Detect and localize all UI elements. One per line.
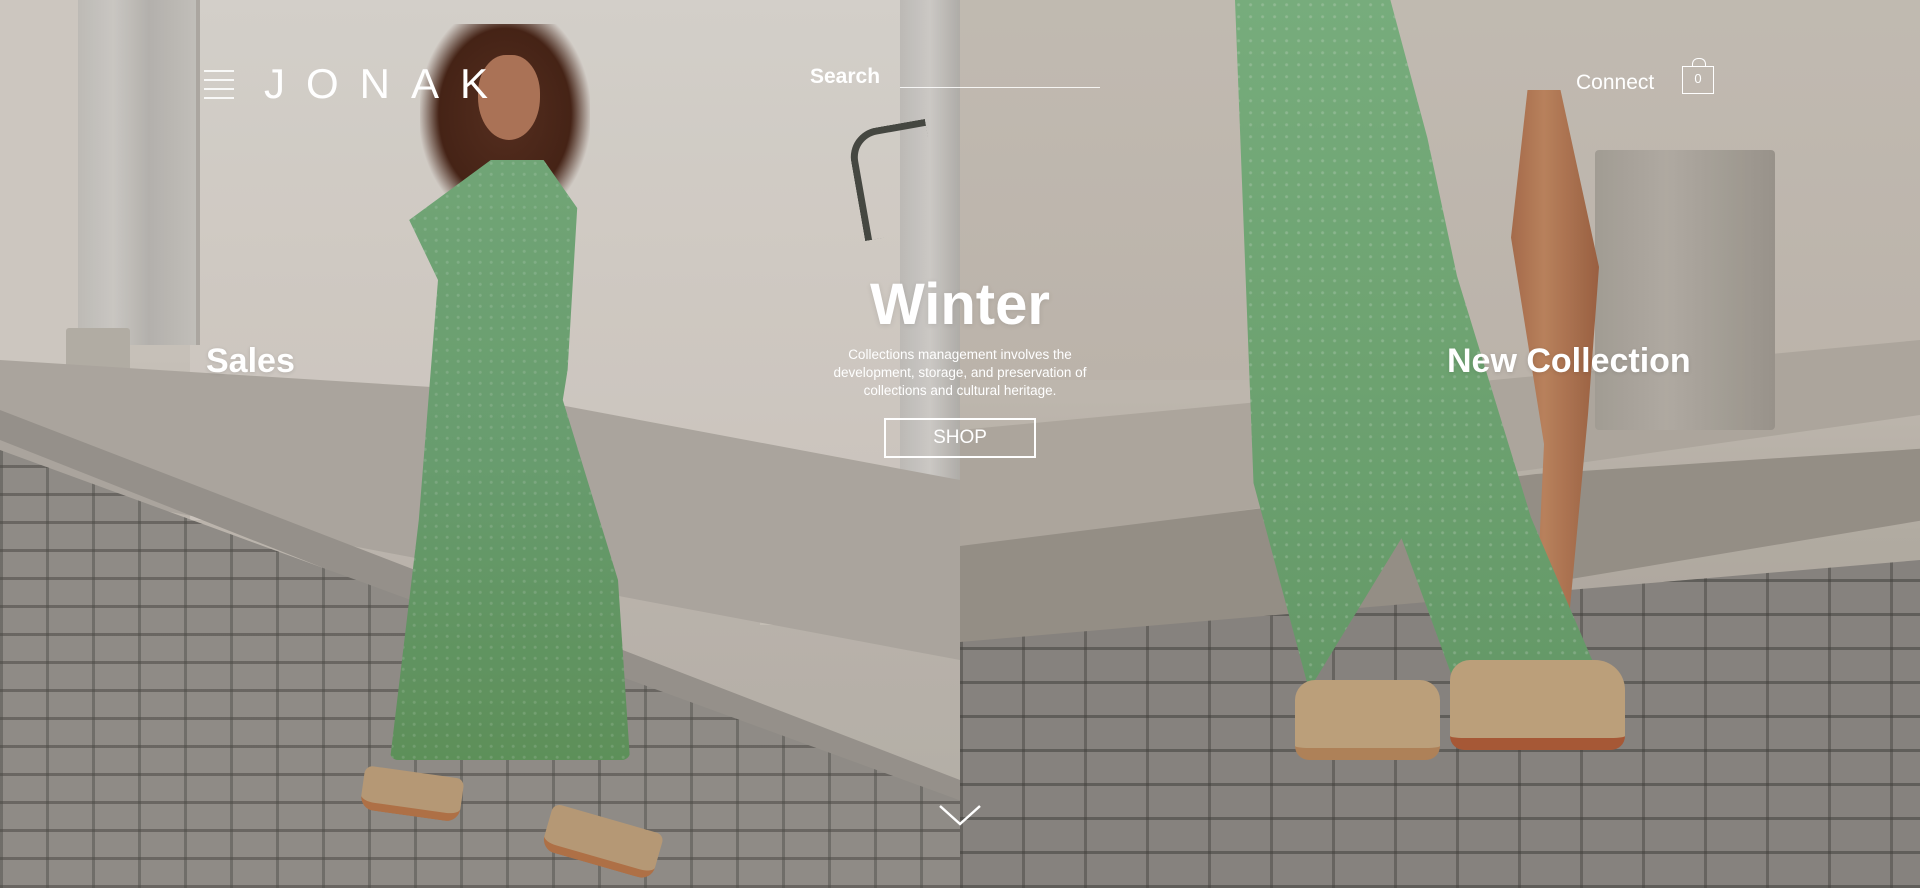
new-collection-link[interactable]: New Collection [1447,342,1691,381]
shopping-bag-icon[interactable]: 0 [1682,58,1714,94]
search-label: Search [810,65,881,88]
model-sandal-left [1295,680,1440,760]
model-sandal-right [1450,660,1625,750]
search-input[interactable] [900,64,1100,88]
hero-description: Collections management involves the deve… [833,347,1087,398]
brand-logo[interactable]: JONAK [264,62,509,106]
connect-link[interactable]: Connect [1576,71,1654,95]
sales-link[interactable]: Sales [206,342,295,381]
shop-button[interactable]: SHOP [884,418,1036,458]
search-bar: Search [810,60,1110,90]
cart-count: 0 [1694,71,1702,86]
site-header: JONAK Search Connect 0 [0,0,1920,140]
stone-block [1595,150,1775,430]
hero-title: Winter [870,272,1050,337]
hero-center-block: Winter Collections management involves t… [780,272,1140,458]
chevron-down-icon[interactable] [938,800,982,830]
hamburger-menu-icon[interactable] [204,70,234,100]
